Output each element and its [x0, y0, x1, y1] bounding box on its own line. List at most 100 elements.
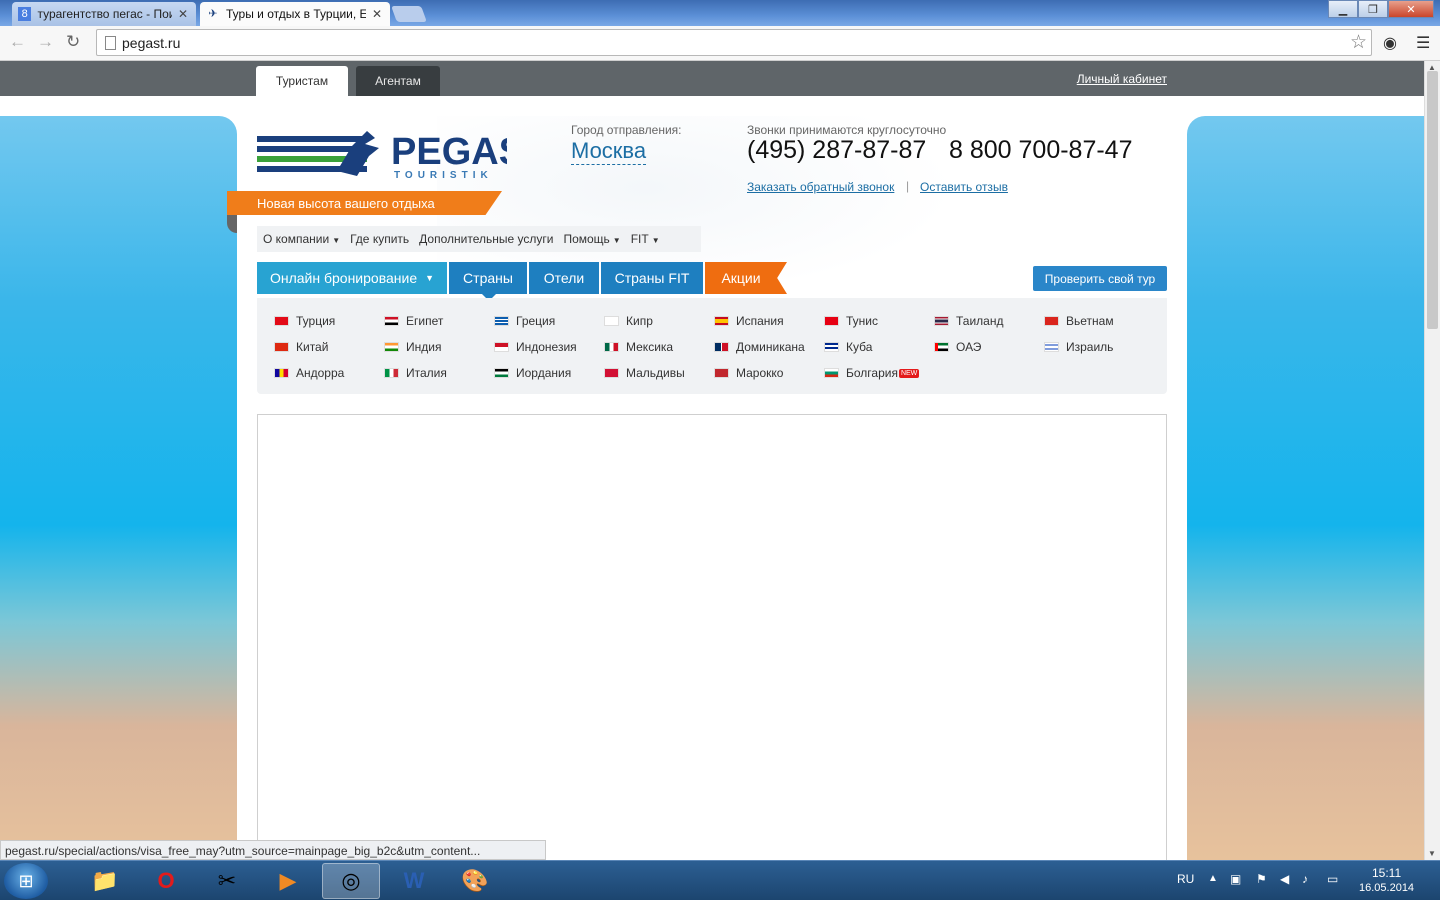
- windows-start-icon[interactable]: ⊞: [4, 863, 48, 899]
- clock-date[interactable]: 16.05.2014: [1359, 882, 1414, 894]
- flag-alert-icon[interactable]: ⚑: [1256, 872, 1267, 886]
- country-link[interactable]: Мексика: [604, 340, 673, 354]
- country-link[interactable]: Индонезия: [494, 340, 577, 354]
- country-link[interactable]: Куба: [824, 340, 872, 354]
- country-link[interactable]: Индия: [384, 340, 441, 354]
- country-name: Китай: [296, 340, 329, 354]
- country-name: Вьетнам: [1066, 314, 1114, 328]
- chevron-down-icon: ▼: [612, 236, 621, 245]
- volume-icon[interactable]: ♪: [1302, 872, 1308, 886]
- browser-tab-pegas[interactable]: ✈ Туры и отдых в Турции, Е ✕: [200, 2, 390, 26]
- sound-muted-icon[interactable]: ◀: [1280, 872, 1289, 886]
- site-top-bar: Туристам Агентам Личный кабинет: [0, 61, 1424, 96]
- country-link[interactable]: Андорра: [274, 366, 344, 380]
- country-link[interactable]: Вьетнам: [1044, 314, 1114, 328]
- minimize-icon[interactable]: ▁: [1328, 0, 1358, 18]
- country-link[interactable]: Израиль: [1044, 340, 1113, 354]
- menu-item-extra-services[interactable]: Дополнительные услуги: [419, 232, 553, 246]
- close-tab-icon[interactable]: ✕: [372, 7, 382, 21]
- address-bar[interactable]: pegast.ru ☆: [96, 29, 1372, 56]
- back-arrow-icon[interactable]: ←: [9, 32, 26, 52]
- flag-icon: [494, 342, 509, 352]
- opera-extension-icon[interactable]: ◉: [1383, 33, 1397, 53]
- country-name: Мексика: [626, 340, 674, 354]
- close-tab-icon[interactable]: ✕: [178, 7, 188, 21]
- flag-icon: [824, 316, 839, 326]
- slogan-ribbon: Новая высота вашего отдыха: [227, 191, 502, 215]
- close-window-icon[interactable]: ✕: [1388, 0, 1434, 18]
- tray-expand-icon[interactable]: ▲: [1208, 873, 1218, 884]
- menu-item-where-buy[interactable]: Где купить: [350, 232, 409, 246]
- media-player-icon[interactable]: ▶: [259, 863, 317, 899]
- country-link[interactable]: Турция: [274, 314, 335, 328]
- new-tab-button[interactable]: [391, 6, 427, 22]
- menu-item-about[interactable]: О компании ▼: [263, 232, 340, 246]
- pegas-logo[interactable]: PEGAS TOURISTIK: [257, 126, 524, 186]
- network-icon[interactable]: ▣: [1230, 872, 1241, 886]
- country-name: Доминикана: [736, 340, 805, 354]
- nav-promotions[interactable]: Акции: [705, 262, 787, 294]
- country-link[interactable]: Марокко: [714, 366, 783, 380]
- word-icon[interactable]: W: [385, 863, 443, 899]
- nav-hotels[interactable]: Отели: [529, 262, 599, 294]
- nav-fit-countries[interactable]: Страны FIT: [601, 262, 703, 294]
- check-tour-button[interactable]: Проверить свой тур: [1033, 266, 1167, 291]
- callback-link[interactable]: Заказать обратный звонок: [747, 180, 894, 194]
- browser-tab-search[interactable]: 8 турагентство пегас - Пои ✕: [12, 2, 196, 26]
- tools-icon[interactable]: ✂: [198, 863, 256, 899]
- phone-moscow: (495) 287-87-87: [747, 136, 927, 164]
- flag-icon: [384, 368, 399, 378]
- explorer-folder-icon[interactable]: 📁: [76, 863, 134, 899]
- display-icon[interactable]: ▭: [1327, 872, 1338, 886]
- scrollbar-thumb[interactable]: [1427, 71, 1438, 329]
- country-link[interactable]: Таиланд: [934, 314, 1003, 328]
- forward-arrow-icon[interactable]: →: [37, 32, 54, 52]
- nav-countries[interactable]: Страны: [449, 262, 527, 301]
- country-link[interactable]: Тунис: [824, 314, 878, 328]
- language-indicator[interactable]: RU: [1177, 872, 1194, 886]
- bookmark-star-icon[interactable]: ☆: [1350, 31, 1367, 54]
- country-link[interactable]: ОАЭ: [934, 340, 981, 354]
- departure-city-selector[interactable]: Москва: [571, 138, 647, 165]
- tab-agents[interactable]: Агентам: [356, 66, 440, 96]
- country-link[interactable]: Италия: [384, 366, 447, 380]
- maximize-icon[interactable]: ❐: [1358, 0, 1388, 18]
- menu-item-fit[interactable]: FIT ▼: [631, 232, 660, 246]
- menu-icon[interactable]: ☰: [1416, 33, 1430, 53]
- country-name: Болгария: [846, 366, 898, 380]
- country-name: Мальдивы: [626, 366, 685, 380]
- country-link[interactable]: Китай: [274, 340, 328, 354]
- scroll-down-icon[interactable]: ▼: [1428, 849, 1436, 858]
- flag-icon: [714, 316, 729, 326]
- nav-online-booking[interactable]: Онлайн бронирование ▼: [257, 262, 447, 294]
- country-link[interactable]: Иордания: [494, 366, 571, 380]
- beach-background-right: [1187, 116, 1424, 860]
- personal-cabinet-link[interactable]: Личный кабинет: [1077, 72, 1167, 86]
- flag-icon: [274, 368, 289, 378]
- browser-tab-title: Туры и отдых в Турции, Е: [226, 7, 366, 21]
- country-name: Испания: [736, 314, 784, 328]
- country-name: Италия: [406, 366, 447, 380]
- country-link[interactable]: Испания: [714, 314, 784, 328]
- paint-icon[interactable]: 🎨: [446, 863, 504, 899]
- flag-icon: [604, 368, 619, 378]
- chrome-icon[interactable]: ◎: [322, 863, 380, 899]
- country-name: Египет: [406, 314, 444, 328]
- tab-tourists[interactable]: Туристам: [256, 66, 348, 96]
- opera-icon[interactable]: O: [137, 863, 195, 899]
- flag-icon: [824, 342, 839, 352]
- country-link[interactable]: Болгария NEW: [824, 366, 920, 380]
- clock-time[interactable]: 15:11: [1372, 866, 1401, 880]
- country-link[interactable]: Доминикана: [714, 340, 805, 354]
- country-link[interactable]: Кипр: [604, 314, 653, 328]
- new-badge: NEW: [898, 368, 920, 378]
- reload-icon[interactable]: ↻: [66, 32, 80, 52]
- country-link[interactable]: Египет: [384, 314, 443, 328]
- country-link[interactable]: Мальдивы: [604, 366, 685, 380]
- country-name: Иордания: [516, 366, 572, 380]
- country-link[interactable]: Греция: [494, 314, 555, 328]
- page-scrollbar[interactable]: ▲ ▼: [1424, 61, 1440, 860]
- menu-item-help[interactable]: Помощь ▼: [563, 232, 620, 246]
- feedback-link[interactable]: Оставить отзыв: [920, 180, 1008, 194]
- link-separator: |: [906, 179, 910, 193]
